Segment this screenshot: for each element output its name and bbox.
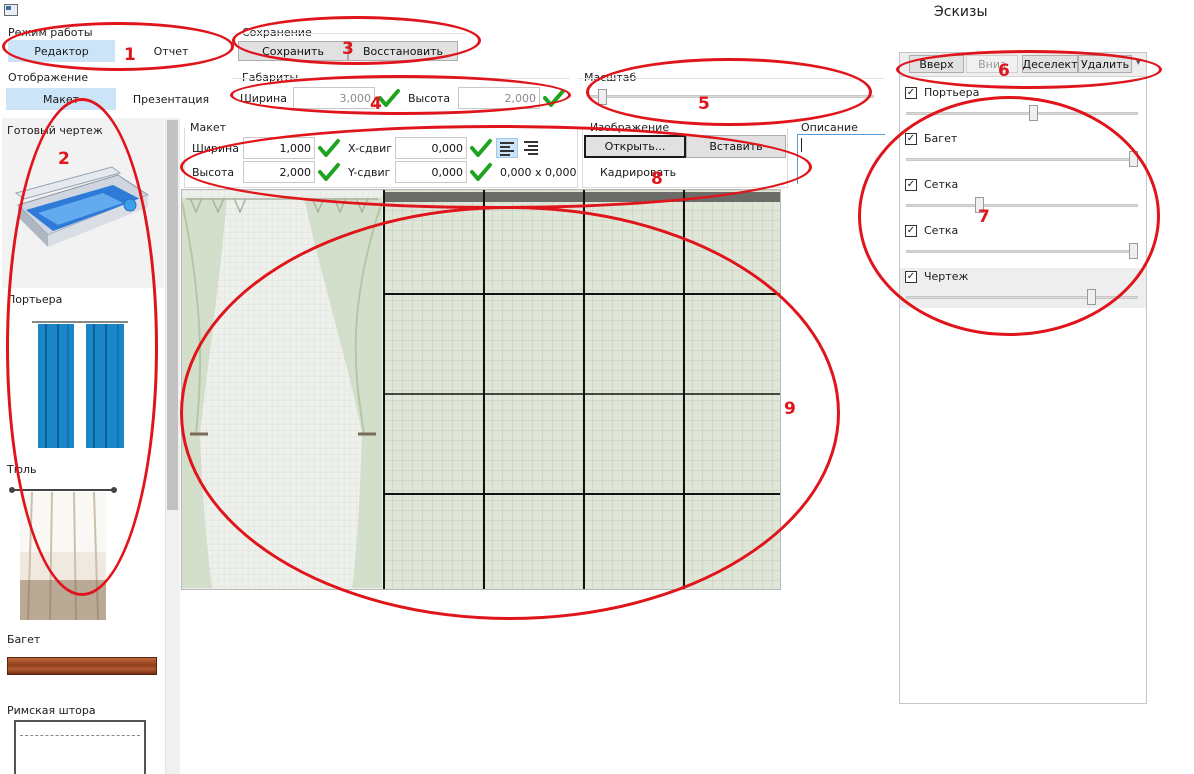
gallery-item-roman-blind-label: Римская штора [7, 704, 96, 717]
layout-width-field[interactable]: 1,000 [243, 137, 315, 159]
description-textbox[interactable] [797, 134, 885, 184]
layer-opacity-slider-track[interactable] [906, 250, 1138, 253]
layout-width-apply-icon[interactable] [318, 138, 340, 158]
layer-opacity-slider-track[interactable] [906, 158, 1138, 161]
display-presentation-option[interactable]: Презентация [118, 88, 224, 110]
mode-editor-option[interactable]: Редактор [8, 40, 115, 62]
annotation-number-7: 7 [978, 207, 990, 227]
dimensions-group-divider [232, 78, 570, 79]
layer-opacity-slider-track[interactable] [906, 204, 1138, 207]
dimensions-height-field[interactable]: 2,000 [458, 87, 540, 109]
gallery-item-ready-drawing-label: Готовый чертеж [7, 124, 103, 137]
delete-layer-button[interactable]: Удалить [1078, 55, 1132, 73]
layer-name-label: Багет [924, 132, 958, 145]
layout-size-readout: 0,000 x 0,000 [500, 166, 577, 179]
layer-opacity-slider-thumb[interactable] [1129, 243, 1138, 259]
scale-group-divider [578, 78, 884, 79]
gallery-item-baguette-label: Багет [7, 633, 41, 646]
gallery-scrollbar-thumb[interactable] [167, 120, 178, 510]
layout-x-shift-field[interactable]: 0,000 [395, 137, 467, 159]
annotation-number-4: 4 [370, 94, 382, 114]
open-image-button[interactable]: Открыть... [584, 135, 686, 158]
layout-y-shift-field[interactable]: 0,000 [395, 161, 467, 183]
layout-height-label: Высота [192, 166, 235, 179]
layer-opacity-slider-thumb[interactable] [1087, 289, 1096, 305]
scanner-icon [8, 165, 158, 265]
layer-visibility-checkbox[interactable]: ✓ [905, 179, 917, 191]
display-group-label: Отображение [8, 71, 89, 84]
layer-visibility-checkbox[interactable]: ✓ [905, 133, 917, 145]
layer-name-label: Чертеж [924, 270, 969, 283]
scale-slider-track[interactable] [590, 95, 874, 98]
annotation-number-3: 3 [342, 39, 354, 59]
paste-image-button[interactable]: Вставить [686, 135, 786, 158]
dimensions-height-apply-icon[interactable] [543, 88, 565, 108]
layout-y-shift-label: Y-сдвиг [348, 166, 391, 179]
layout-x-shift-apply-icon[interactable] [470, 138, 492, 158]
saving-group-divider [232, 33, 466, 34]
layer-opacity-slider-track[interactable] [906, 112, 1138, 115]
annotation-number-2: 2 [58, 149, 70, 169]
annotation-number-5: 5 [698, 94, 710, 114]
annotation-number-1: 1 [124, 45, 136, 65]
layout-x-shift-label: X-сдвиг [348, 142, 393, 155]
layer-visibility-checkbox[interactable]: ✓ [905, 87, 917, 99]
layout-height-field[interactable]: 2,000 [243, 161, 315, 183]
baguette-thumbnail[interactable] [7, 657, 157, 675]
dimensions-width-label: Ширина [240, 92, 287, 105]
layout-y-shift-apply-icon[interactable] [470, 162, 492, 182]
layer-name-label: Сетка [924, 224, 959, 237]
toolbar-overflow-icon[interactable]: ▾ [1136, 58, 1141, 68]
description-group-label: Описание [801, 121, 858, 134]
layout-width-label: Ширина [192, 142, 239, 155]
layer-down-button[interactable]: Вниз [966, 55, 1018, 73]
mode-group-label: Режим работы [8, 26, 93, 39]
deselect-button[interactable]: Деселект [1022, 55, 1078, 73]
display-mockup-option[interactable]: Макет [6, 88, 116, 110]
portiere-thumbnail[interactable] [30, 318, 130, 450]
layer-opacity-slider-track[interactable] [906, 296, 1138, 299]
layer-up-button[interactable]: Вверх [909, 55, 964, 73]
crop-image-link[interactable]: Кадрировать [600, 166, 676, 179]
align-left-icon[interactable] [496, 138, 518, 158]
layer-name-label: Сетка [924, 178, 959, 191]
layer-opacity-slider-thumb[interactable] [1129, 151, 1138, 167]
gallery-item-portiere-label: Портьера [7, 293, 63, 306]
sketch-canvas[interactable] [181, 189, 781, 590]
roman-blind-thumbnail[interactable] [14, 720, 146, 774]
layer-name-label: Портьера [924, 86, 980, 99]
dimensions-width-field[interactable]: 3,000 [293, 87, 375, 109]
tulle-thumbnail[interactable] [8, 484, 118, 624]
restore-button[interactable]: Восстановить [348, 41, 458, 61]
layout-height-apply-icon[interactable] [318, 162, 340, 182]
dimensions-height-label: Высота [408, 92, 451, 105]
annotation-ellipse-5 [586, 58, 872, 126]
layer-opacity-slider-thumb[interactable] [1029, 105, 1038, 121]
annotation-number-8: 8 [651, 169, 663, 189]
app-icon [4, 4, 18, 16]
scale-slider-thumb[interactable] [598, 89, 607, 105]
annotation-number-9: 9 [784, 399, 796, 419]
window-title: Эскизы [934, 4, 988, 20]
layer-visibility-checkbox[interactable]: ✓ [905, 271, 917, 283]
layer-visibility-checkbox[interactable]: ✓ [905, 225, 917, 237]
annotation-number-6: 6 [998, 61, 1010, 81]
align-right-icon[interactable] [521, 138, 543, 158]
gallery-item-tulle-label: Тюль [7, 463, 37, 476]
save-button[interactable]: Сохранить [238, 41, 348, 61]
